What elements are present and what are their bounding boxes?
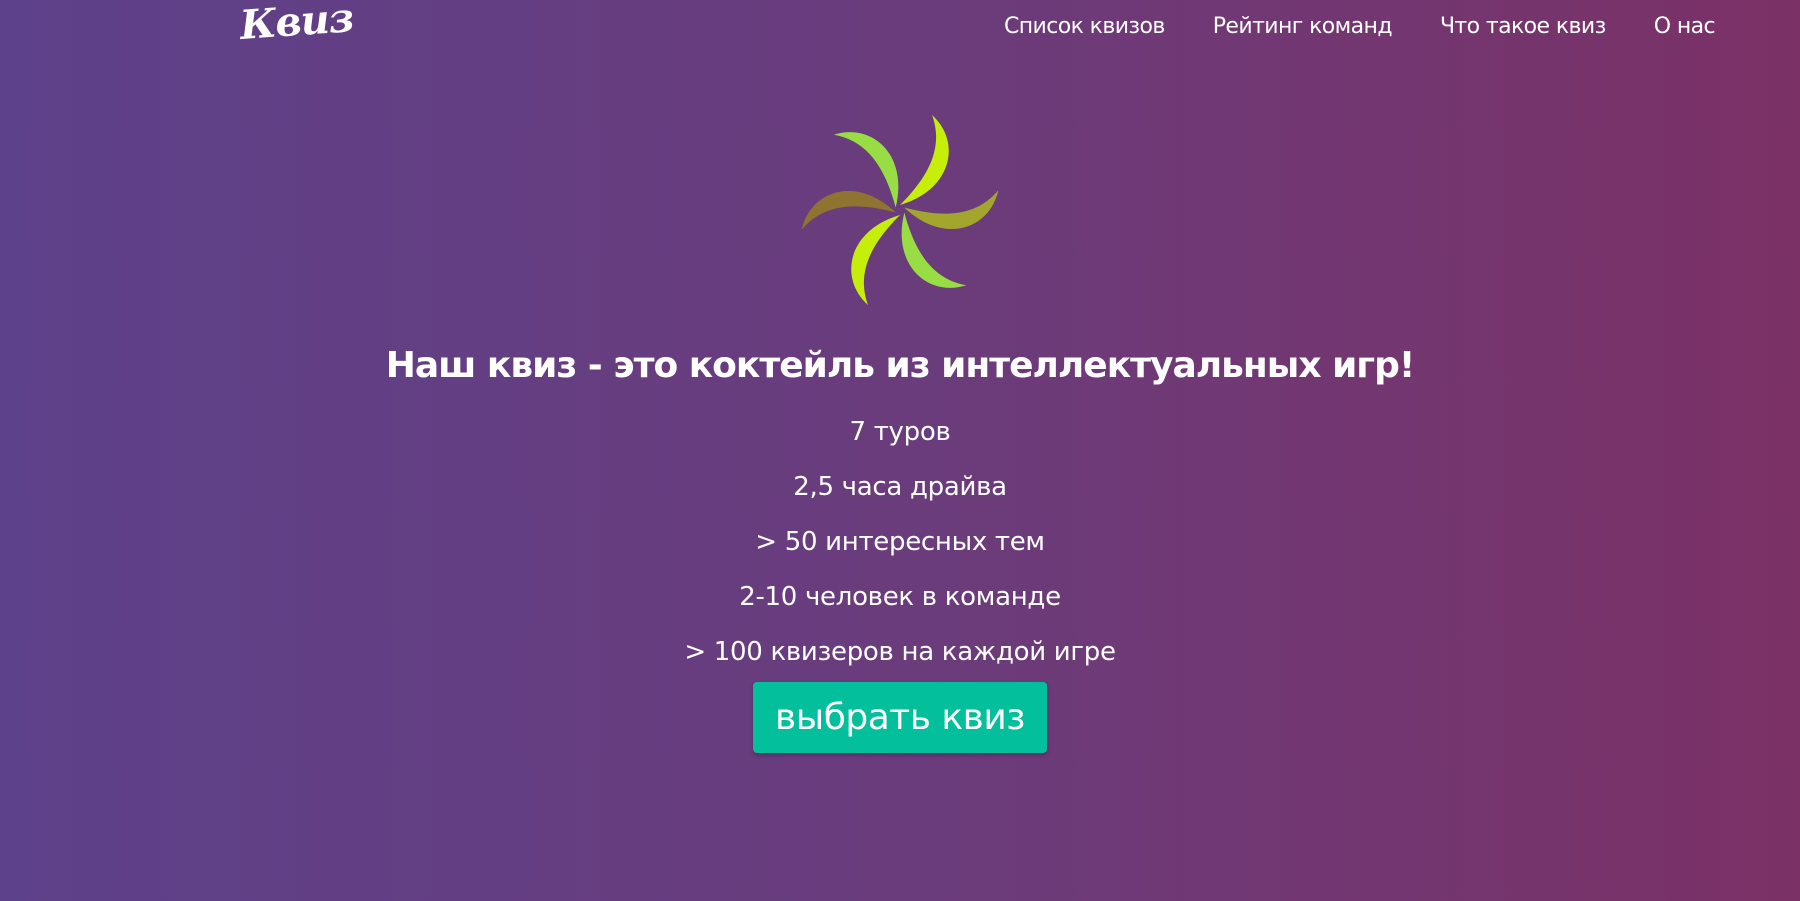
emblem-petal xyxy=(904,190,999,229)
emblem-petal xyxy=(851,215,900,305)
nav-link-quiz-list[interactable]: Список квизов xyxy=(1004,14,1165,39)
emblem-petal xyxy=(801,191,896,230)
feature-topics: > 50 интересных тем xyxy=(755,527,1045,558)
feature-players: > 100 квизеров на каждой игре xyxy=(684,637,1116,668)
emblem-petals xyxy=(801,115,999,305)
feature-list: 7 туров 2,5 часа драйва > 50 интересных … xyxy=(0,405,1800,680)
hero-headline: Наш квиз - это коктейль из интеллектуаль… xyxy=(385,345,1416,386)
feature-rounds: 7 туров xyxy=(849,417,951,448)
hero-section: Наш квиз - это коктейль из интеллектуаль… xyxy=(0,100,1800,754)
main-nav: Список квизов Рейтинг команд Что такое к… xyxy=(1004,14,1716,39)
top-navbar: Квиз Список квизов Рейтинг команд Что та… xyxy=(0,0,1800,60)
nav-link-about[interactable]: О нас xyxy=(1654,14,1716,39)
choose-quiz-button[interactable]: выбрать квиз xyxy=(753,682,1047,754)
emblem-petal xyxy=(900,115,949,205)
nav-link-what-is-quiz[interactable]: Что такое квиз xyxy=(1440,14,1606,39)
feature-team-size: 2-10 человек в команде xyxy=(739,582,1061,613)
nav-link-team-rating[interactable]: Рейтинг команд xyxy=(1213,14,1393,39)
site-logo[interactable]: Квиз xyxy=(238,0,354,49)
feature-duration: 2,5 часа драйва xyxy=(793,472,1007,503)
spiral-petals-icon xyxy=(801,115,999,305)
